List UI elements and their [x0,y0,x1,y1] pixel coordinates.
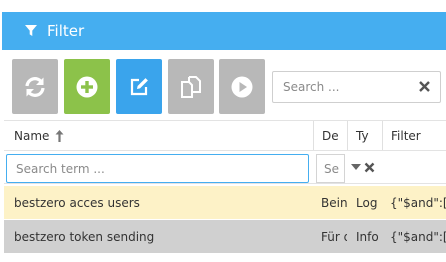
name-filter-input[interactable] [7,155,308,182]
cell-description: Bein [321,195,347,210]
cell-filter: {"$and":[{ [390,195,446,210]
copy-button[interactable] [168,59,214,114]
type-filter-dropdown[interactable] [347,152,381,183]
edit-button[interactable] [116,59,162,114]
cell-name: bestzero token sending [14,229,155,244]
filter-icon [25,25,37,36]
column-description-label: De [322,128,339,143]
column-header-name[interactable]: Name [14,121,304,150]
table-filter-row [4,152,446,184]
play-icon [231,76,253,97]
panel-title: Filter [47,22,85,40]
description-filter-field [316,154,345,183]
dropdown-arrow-icon [351,164,361,170]
copy-icon [181,75,201,98]
cell-description: Für d [321,229,347,244]
column-name-label: Name [14,128,50,143]
column-header-filter[interactable]: Filter [382,121,446,150]
description-filter-input[interactable] [317,155,344,182]
column-type-label: Ty [356,128,369,143]
filter-panel-header: Filter [2,12,446,50]
add-button[interactable] [64,59,110,114]
refresh-button[interactable] [12,59,58,114]
search-box [272,71,441,103]
filter-table: Name De Ty Filter Search term ... Se bes… [0,120,446,262]
cell-filter: {"$and":[{ [390,229,446,244]
edit-icon [130,77,148,95]
cell-type: Log [356,195,378,210]
sort-ascending-icon [55,129,64,142]
plus-circle-icon [76,76,98,97]
cell-name: bestzero acces users [14,195,140,210]
table-row[interactable]: bestzero token sending Für d Info {"$and… [4,220,446,253]
clear-search-icon[interactable] [418,80,431,93]
table-header-row: Name De Ty Filter [4,120,446,151]
search-input[interactable] [273,72,403,102]
name-filter-field [6,154,309,183]
column-filter-label: Filter [391,128,421,143]
table-row[interactable]: bestzero acces users Bein Log {"$and":[{ [4,186,446,219]
cell-type: Info [356,229,379,244]
clear-filter-icon[interactable] [364,162,375,173]
refresh-icon [25,76,45,97]
column-header-description[interactable]: De [313,121,346,150]
run-button[interactable] [219,59,265,114]
column-header-type[interactable]: Ty [347,121,380,150]
